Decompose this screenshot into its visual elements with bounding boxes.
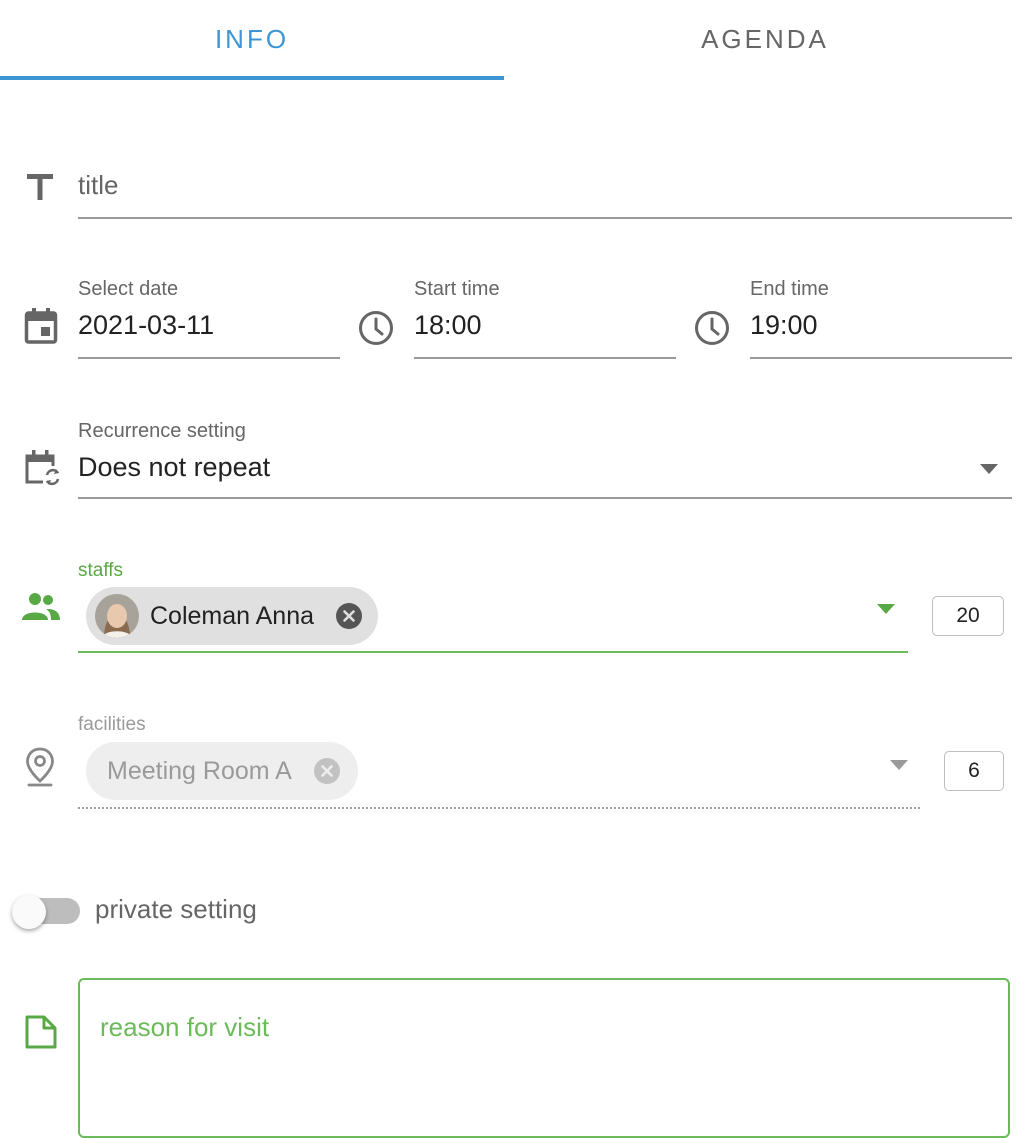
tab-agenda[interactable]: AGENDA bbox=[513, 0, 1017, 78]
private-toggle-switch[interactable] bbox=[12, 895, 46, 929]
recurrence-dropdown-icon[interactable] bbox=[980, 464, 998, 474]
remove-chip-icon bbox=[314, 758, 340, 784]
recurrence-select[interactable]: Does not repeat bbox=[78, 452, 270, 483]
active-tab-indicator bbox=[0, 76, 504, 80]
calendar-icon bbox=[24, 307, 58, 345]
staff-chip[interactable]: Coleman Anna bbox=[86, 587, 378, 645]
recurrence-label: Recurrence setting bbox=[78, 420, 246, 442]
title-underline bbox=[78, 217, 1012, 219]
date-label: Select date bbox=[78, 278, 179, 300]
facilities-label: facilities bbox=[78, 714, 146, 735]
avatar bbox=[95, 594, 139, 638]
text-format-icon bbox=[25, 172, 55, 202]
end-time-label: End time bbox=[750, 278, 829, 300]
start-time-underline bbox=[414, 357, 676, 359]
date-underline bbox=[78, 357, 340, 359]
staffs-underline bbox=[78, 651, 908, 653]
date-input[interactable]: 2021-03-11 bbox=[78, 310, 214, 341]
end-time-input[interactable]: 19:00 bbox=[750, 310, 818, 341]
recurrence-underline bbox=[78, 497, 1012, 499]
staffs-label: staffs bbox=[78, 560, 124, 581]
clock-icon bbox=[694, 310, 730, 346]
remove-chip-icon[interactable] bbox=[336, 603, 362, 629]
end-time-underline bbox=[750, 357, 1012, 359]
facility-chip: Meeting Room A bbox=[86, 742, 358, 800]
facilities-count-badge: 6 bbox=[944, 751, 1004, 791]
document-icon bbox=[24, 1015, 58, 1049]
people-icon bbox=[22, 592, 60, 622]
facilities-dropdown-icon bbox=[890, 760, 908, 770]
reason-placeholder: reason for visit bbox=[100, 1012, 270, 1042]
reason-textarea[interactable] bbox=[78, 978, 1010, 1138]
start-time-input[interactable]: 18:00 bbox=[414, 310, 482, 341]
clock-icon bbox=[358, 310, 394, 346]
facility-chip-label: Meeting Room A bbox=[107, 756, 292, 785]
calendar-sync-icon bbox=[23, 448, 61, 488]
staffs-count-badge: 20 bbox=[932, 596, 1004, 636]
location-pin-icon bbox=[25, 747, 55, 787]
title-input[interactable]: title bbox=[78, 170, 118, 201]
tab-info[interactable]: INFO bbox=[0, 0, 504, 78]
staff-chip-label: Coleman Anna bbox=[150, 601, 315, 630]
private-setting-label: private setting bbox=[95, 894, 257, 924]
facilities-underline bbox=[78, 807, 920, 809]
start-time-label: Start time bbox=[414, 278, 500, 300]
staffs-dropdown-icon[interactable] bbox=[877, 604, 895, 614]
